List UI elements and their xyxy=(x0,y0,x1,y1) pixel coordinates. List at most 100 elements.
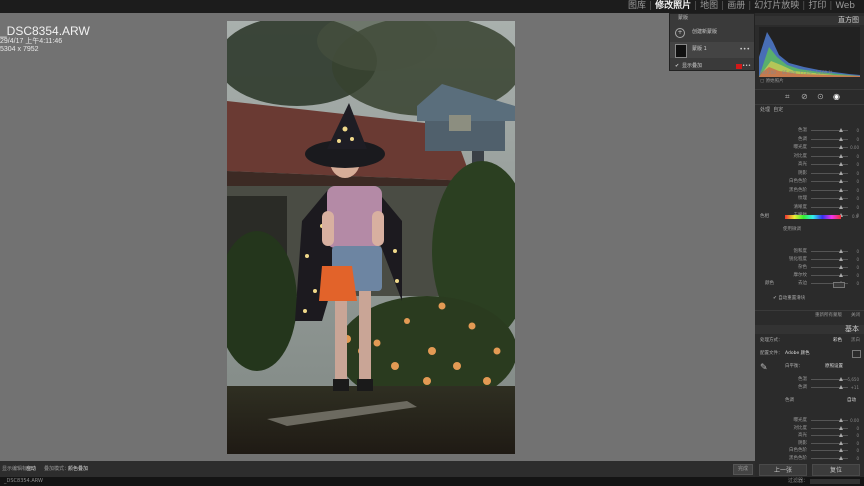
slider-thumb[interactable] xyxy=(839,187,843,192)
slider-thumb[interactable] xyxy=(839,273,843,277)
photo-datetime: 29/4/17 上午4:11:46 xyxy=(0,38,63,45)
mask-footer: 重新所有蒙版 关闭 xyxy=(755,310,864,321)
plus-icon: + xyxy=(675,28,685,38)
mask-panel-title: 蒙版 xyxy=(678,15,689,21)
tool-strip: ⌗ ⊘ ⊙ ◉ xyxy=(755,89,864,105)
wb-select[interactable]: 原照设置 xyxy=(825,363,843,370)
hue-value: 0.0 xyxy=(852,214,859,219)
heal-icon[interactable]: ⊘ xyxy=(801,92,808,101)
profile-field-label: 配置文件： xyxy=(760,351,783,356)
mask-item-row[interactable]: 蒙版 1 ••• xyxy=(670,42,754,58)
profile-select[interactable]: Adobe 颜色 xyxy=(785,350,810,357)
tone-label: 色调 xyxy=(785,398,794,403)
slider-thumb[interactable] xyxy=(839,377,843,381)
slider-thumb[interactable] xyxy=(839,204,843,209)
reset-button[interactable]: 复位 xyxy=(812,464,860,476)
more-icon[interactable]: ••• xyxy=(739,46,750,53)
main-photo[interactable] xyxy=(227,21,515,454)
bottom-toolbar: 显示编辑标记： 自动 叠加模式： 颜色叠加 完成 xyxy=(0,461,755,477)
photo-image xyxy=(227,21,515,454)
slider-thumb[interactable] xyxy=(839,145,843,149)
show-overlay-row[interactable]: ✔ 显示叠加 ••• xyxy=(670,62,754,71)
module-web[interactable]: Web xyxy=(832,0,858,13)
sliders_4-slider[interactable]: 黑色色阶 0 xyxy=(783,454,859,463)
hue-label: 色相 xyxy=(760,214,769,219)
slider-thumb[interactable] xyxy=(839,433,843,437)
original-photo-label: 原始照片 xyxy=(765,79,784,84)
filmstrip-filename: _DSC8354.ARW xyxy=(4,478,43,484)
iso-readout: ISO 200 xyxy=(760,70,776,75)
hue-gradient-slider[interactable] xyxy=(785,215,841,219)
slider-thumb[interactable] xyxy=(839,448,843,452)
module-slideshow[interactable]: 幻灯片放映 xyxy=(751,0,802,13)
module-develop[interactable]: 修改照片 xyxy=(652,0,694,13)
module-picker: 图库 | 修改照片 | 地图 | 画册 | 幻灯片放映 | 打印 | Web xyxy=(625,0,858,13)
previous-button[interactable]: 上一张 xyxy=(759,464,807,476)
filter-label: 过滤器： xyxy=(788,478,809,484)
checkmark-icon: ✔ xyxy=(675,63,680,69)
use-fine-label[interactable]: 使用微调 xyxy=(783,226,801,233)
effect-value: 自定 xyxy=(773,107,784,113)
slider-thumb[interactable] xyxy=(839,455,843,460)
slider-thumb[interactable] xyxy=(839,385,843,389)
grid-icon[interactable] xyxy=(852,350,861,358)
module-map[interactable]: 地图 xyxy=(697,0,721,13)
slider-label: 黑色色阶 xyxy=(789,455,807,461)
slider-thumb[interactable] xyxy=(839,257,843,261)
slider-value: 0 xyxy=(856,281,859,286)
close-masks-button[interactable]: 关闭 xyxy=(851,312,860,320)
photo-dimensions: 5304 x 7952 xyxy=(0,46,39,53)
overlay-color-swatch[interactable] xyxy=(736,64,742,69)
mask-icon[interactable]: ◉ xyxy=(833,92,840,101)
slider-thumb[interactable] xyxy=(839,170,843,175)
original-photo-toggle[interactable]: ▢ 原始照片 xyxy=(760,78,784,85)
sliders_3-slider[interactable]: 色调 +11 xyxy=(783,383,859,392)
treatment-color-option[interactable]: 彩色 xyxy=(833,337,842,344)
reset-all-masks-button[interactable]: 重新所有蒙版 xyxy=(815,312,842,320)
slider-thumb[interactable] xyxy=(839,136,843,141)
tone-auto-button[interactable]: 自动 xyxy=(847,397,856,404)
more-icon[interactable]: ••• xyxy=(742,62,751,71)
effect-row[interactable]: 处理 自定 xyxy=(760,107,783,114)
redeye-icon[interactable]: ⊙ xyxy=(817,92,824,101)
slider-thumb[interactable] xyxy=(839,418,843,422)
slider-thumb[interactable] xyxy=(839,128,843,132)
effect-label: 处理 xyxy=(760,107,771,113)
overlay-select[interactable]: 自动 xyxy=(26,461,36,477)
overlay-mode-label: 叠加模式： xyxy=(44,466,70,472)
slider-thumb[interactable] xyxy=(839,179,843,183)
basic-header[interactable]: 基本 xyxy=(755,325,864,334)
slider-thumb[interactable] xyxy=(839,425,843,430)
module-print[interactable]: 打印 xyxy=(805,0,829,13)
color-label: 颜色 xyxy=(765,281,774,286)
color-swatch[interactable] xyxy=(833,282,845,288)
photo-info-overlay: _DSC8354.ARW 29/4/17 上午4:11:46 5304 x 79… xyxy=(0,25,90,54)
slider-value: 0 xyxy=(856,455,859,461)
histogram-header[interactable]: 直方图 xyxy=(755,16,864,25)
slider-value: +11 xyxy=(850,385,859,390)
auto-reset-label: 自动重置滑块 xyxy=(778,296,806,301)
wb-label: 白平衡： xyxy=(785,364,803,369)
module-library[interactable]: 图库 xyxy=(625,0,649,13)
right-panel: 直方图 ISO 200 85 mm f / 2.0 1/160 秒 ▢ 原始照片… xyxy=(755,13,864,486)
slider-thumb[interactable] xyxy=(839,265,843,269)
slider-thumb[interactable] xyxy=(839,162,843,166)
treatment-bw-option[interactable]: 黑白 xyxy=(851,337,860,344)
filmstrip-bar: _DSC8354.ARW 过滤器： xyxy=(0,477,864,486)
auto-reset-toggle[interactable]: ✔ 自动重置滑块 xyxy=(773,295,805,302)
create-new-mask-row[interactable]: + 创建新蒙版 xyxy=(670,26,754,38)
slider-thumb[interactable] xyxy=(839,196,843,200)
crop-icon[interactable]: ⌗ xyxy=(785,92,790,102)
overlay-mode-select[interactable]: 颜色叠加 xyxy=(68,461,88,477)
filter-select[interactable] xyxy=(810,479,860,484)
slider-thumb[interactable] xyxy=(839,440,843,445)
slider-thumb[interactable] xyxy=(839,153,843,158)
focal-readout: 85 mm xyxy=(782,70,797,75)
module-book[interactable]: 画册 xyxy=(724,0,748,13)
slider-thumb[interactable] xyxy=(839,249,843,253)
eyedropper-icon[interactable]: ✎ xyxy=(760,363,768,373)
show-overlay-label: 显示叠加 xyxy=(682,63,703,69)
slider-label: 色调 xyxy=(798,385,807,390)
create-new-mask-label: 创建新蒙版 xyxy=(692,29,718,35)
done-button[interactable]: 完成 xyxy=(733,464,753,475)
